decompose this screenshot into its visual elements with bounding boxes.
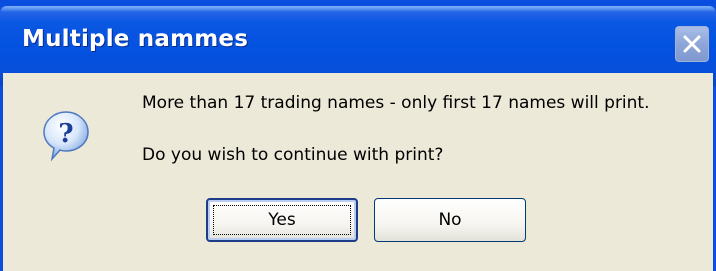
close-button[interactable] <box>675 26 709 62</box>
svg-text:?: ? <box>58 119 73 149</box>
close-icon <box>683 35 701 53</box>
no-button[interactable]: No <box>374 198 526 242</box>
dialog-title: Multiple nammes <box>22 26 249 52</box>
question-icon: ? <box>43 111 89 162</box>
title-bar-highlight <box>0 6 716 12</box>
dialog-window: Multiple nammes ? More than 17 trading n… <box>0 0 716 271</box>
message-line-1: More than 17 trading names - only first … <box>142 93 650 113</box>
message-line-2: Do you wish to continue with print? <box>142 145 444 165</box>
yes-button-label: Yes <box>268 210 296 230</box>
yes-button[interactable]: Yes <box>206 198 358 242</box>
no-button-label: No <box>438 210 462 230</box>
